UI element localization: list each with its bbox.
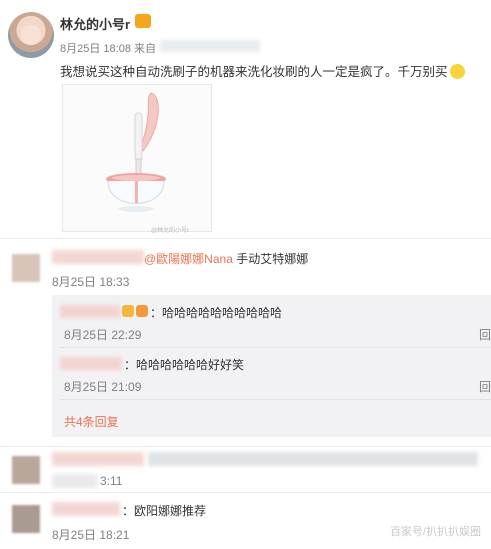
mention-link[interactable]: @歐陽娜娜Nana [144, 252, 233, 266]
comment-time: 3:11 [100, 474, 123, 488]
post-image[interactable]: @林允的小号r [62, 84, 212, 234]
comment-text: @歐陽娜娜Nana 手动艾特娜娜 [144, 250, 308, 267]
divider [0, 238, 491, 239]
comment-text: ：欧阳娜娜推荐 [122, 504, 207, 518]
author-name[interactable]: 林允的小号r [60, 14, 130, 33]
divider [0, 492, 491, 493]
comment-avatar[interactable] [12, 456, 40, 484]
reply-text: ：哈哈哈哈哈哈好好笑 [124, 358, 245, 372]
reply-text: ：哈哈哈哈哈哈哈哈哈哈 [150, 306, 283, 320]
more-replies-link[interactable]: 共4条回复 [64, 413, 119, 430]
comment-avatar[interactable] [12, 505, 40, 533]
comment-avatar[interactable] [12, 254, 40, 282]
post-date: 8月25日 18:08 [60, 43, 131, 55]
post-source-prefix: 来自 [134, 43, 156, 55]
vip-badge-icon [135, 14, 151, 28]
comment-text-redacted [148, 452, 478, 466]
reply-button[interactable]: 回 [479, 326, 491, 343]
reply-time: 8月25日 21:09 [64, 380, 142, 394]
comment-time: 8月25日 18:21 [52, 528, 130, 542]
post-source-redacted [160, 40, 260, 52]
page-watermark: 百家号/扒扒扒娱圈 [389, 526, 481, 538]
comment-time-redacted [52, 474, 98, 488]
post-text: 我想说买这种自动洗刷子的机器来洗化妆刷的人一定是疯了。千万别买 [60, 61, 465, 80]
image-watermark: @林允的小号r [151, 228, 190, 234]
comment-author-redacted[interactable] [52, 502, 120, 516]
comment-body: 手动艾特娜娜 [232, 252, 309, 266]
smile-emoji-icon [449, 64, 465, 79]
reply-time: 8月25日 22:29 [64, 328, 142, 342]
post-meta: 8月25日 18:08 来自 [60, 40, 156, 56]
comment-time: 8月25日 18:33 [52, 275, 130, 289]
comment-author-redacted[interactable] [52, 452, 144, 466]
reply-button[interactable]: 回 [479, 378, 491, 395]
vip-badge-icon [122, 305, 134, 317]
reply-author-redacted[interactable] [60, 357, 122, 370]
reply-divider [60, 399, 491, 400]
reply-author-redacted[interactable] [60, 305, 120, 318]
author-avatar[interactable] [8, 12, 54, 58]
post-text-body: 我想说买这种自动洗刷子的机器来洗化妆刷的人一定是疯了。千万别买 [60, 65, 448, 79]
vip-badge-icon [136, 305, 148, 317]
comment-author-redacted[interactable] [52, 250, 144, 264]
reply-box: ：哈哈哈哈哈哈哈哈哈哈 8月25日 22:29 回 ：哈哈哈哈哈哈好好笑 8月2… [52, 295, 491, 437]
reply-divider [60, 347, 491, 348]
weibo-post: 林允的小号r 8月25日 18:08 来自 我想说买这种自动洗刷子的机器来洗化妆… [0, 0, 491, 236]
divider [0, 446, 491, 447]
brush-cleaner-illustration [106, 92, 166, 212]
